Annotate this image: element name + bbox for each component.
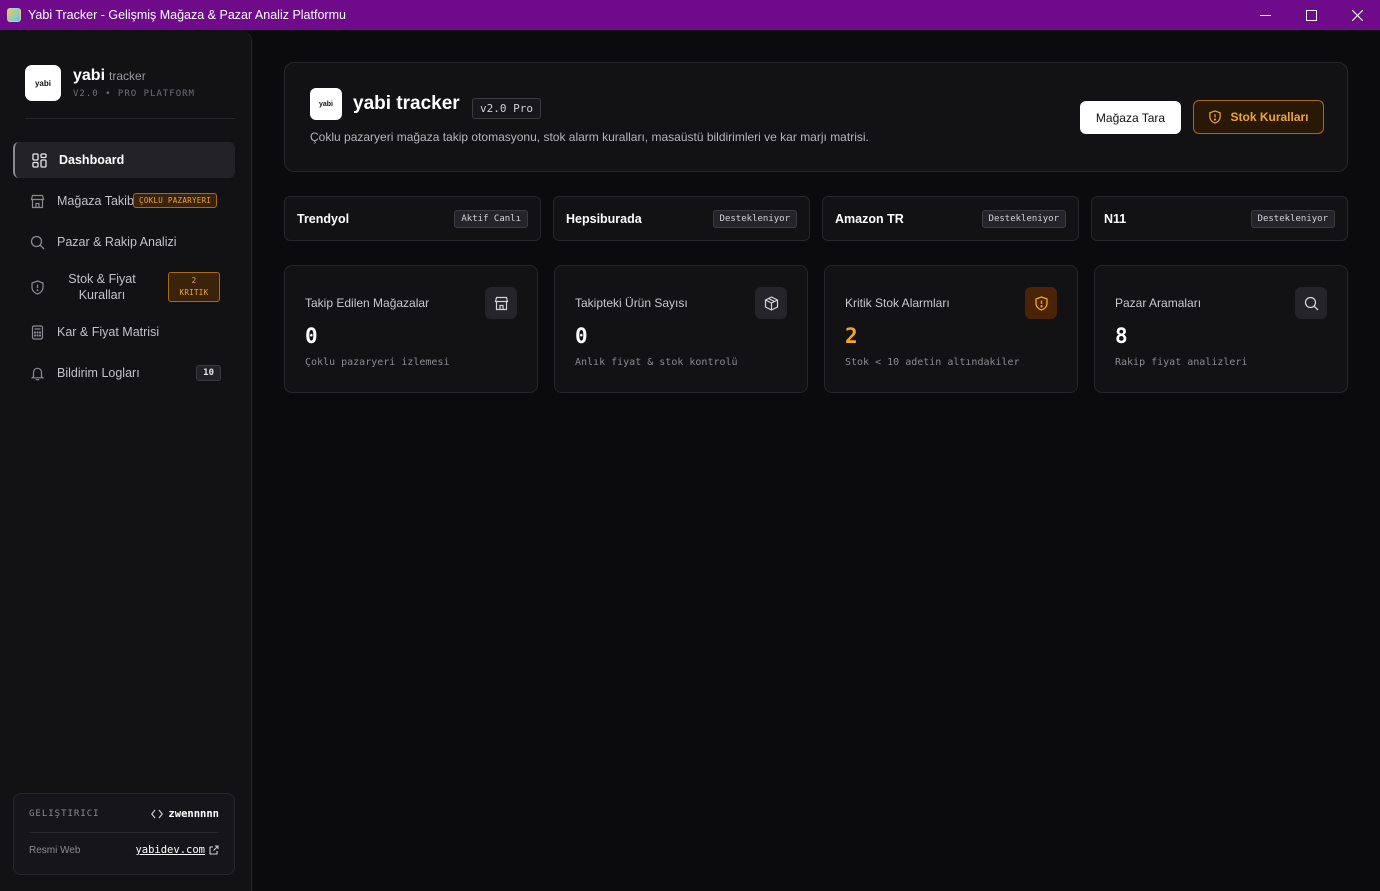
search-icon <box>1295 287 1327 319</box>
stat-value: 8 <box>1115 324 1128 348</box>
market-name: Amazon TR <box>835 211 904 226</box>
sidebar-item-market-analysis[interactable]: Pazar & Rakip Analizi <box>13 224 235 260</box>
stat-value: 0 <box>305 324 318 348</box>
sidebar-item-label: Kar & Fiyat Matrisi <box>57 325 160 339</box>
market-card-hepsiburada: Hepsiburada Destekleniyor <box>553 196 810 241</box>
minimize-button[interactable] <box>1242 0 1288 30</box>
hero-logo-text: yabi <box>318 100 333 108</box>
code-icon <box>151 809 164 819</box>
stat-description: Rakip fiyat analizleri <box>1115 357 1248 368</box>
minimize-icon <box>1259 14 1271 16</box>
notification-count-badge: 10 <box>196 365 221 381</box>
market-name: N11 <box>1104 211 1127 226</box>
stat-label: Takipteki Ürün Sayısı <box>575 296 688 310</box>
stock-rules-label: Stok Kuralları <box>1230 110 1309 124</box>
window-titlebar: Yabi Tracker - Gelişmiş Mağaza & Pazar A… <box>0 0 1380 30</box>
window-controls <box>1242 0 1380 30</box>
store-icon <box>29 193 45 209</box>
sidebar-item-store-tracking[interactable]: Mağaza Takibi ÇOKLU PAZARYERI <box>13 183 235 219</box>
stat-label: Pazar Aramaları <box>1115 296 1202 310</box>
sidebar-nav: Dashboard Mağaza Takibi ÇOKLU PAZARYERI … <box>13 142 235 396</box>
market-status-badge: Destekleniyor <box>712 209 797 228</box>
brand: yabi yabi tracker V2.0 • PRO PLATFORM <box>25 65 195 101</box>
stat-description: Stok < 10 adetin altındakiler <box>845 357 1020 368</box>
package-icon <box>755 287 787 319</box>
shield-alert-icon <box>1209 110 1222 124</box>
scan-store-button[interactable]: Mağaza Tara <box>1080 101 1181 134</box>
market-card-n11: N11 Destekleniyor <box>1091 196 1348 241</box>
maximize-icon <box>1305 9 1317 21</box>
brand-sub: tracker <box>109 69 146 83</box>
sidebar-item-profit-matrix[interactable]: Kar & Fiyat Matrisi <box>13 314 235 350</box>
sidebar-item-notification-logs[interactable]: Bildirim Logları 10 <box>13 355 235 391</box>
close-button[interactable] <box>1334 0 1380 30</box>
stat-card-market-searches: Pazar Aramaları 8 Rakip fiyat analizleri <box>1094 265 1348 393</box>
multi-marketplace-badge: ÇOKLU PAZARYERI <box>133 193 218 208</box>
developer-name: zwennnnn <box>168 808 219 820</box>
market-status-badge: Destekleniyor <box>981 209 1066 228</box>
stat-label: Kritik Stok Alarmları <box>845 296 950 310</box>
sidebar-item-stock-rules[interactable]: Stok & Fiyat Kuralları 2 KRITIK <box>13 265 235 309</box>
stat-value: 0 <box>575 324 588 348</box>
developer-name-group: zwennnnn <box>151 808 219 820</box>
developer-label: GELIŞTIRICI <box>29 809 100 819</box>
store-icon <box>485 287 517 319</box>
brand-version: V2.0 • PRO PLATFORM <box>73 89 195 99</box>
brand-logo-text: yabi <box>34 78 51 88</box>
sidebar-item-label: Dashboard <box>59 153 125 167</box>
window-title: Yabi Tracker - Gelişmiş Mağaza & Pazar A… <box>28 8 346 22</box>
shield-alert-icon <box>1025 287 1057 319</box>
sidebar-item-label: Stok & Fiyat Kuralları <box>68 272 136 302</box>
stat-description: Anlık fiyat & stok kontrolü <box>575 357 738 368</box>
stat-description: Çoklu pazaryeri izlemesi <box>305 357 450 368</box>
sidebar-item-label: Pazar & Rakip Analizi <box>57 235 177 249</box>
hero-logo: yabi <box>310 88 342 120</box>
version-badge: v2.0 Pro <box>472 98 541 119</box>
shield-alert-icon <box>29 279 45 295</box>
stat-card-critical-stock: Kritik Stok Alarmları 2 Stok < 10 adetin… <box>824 265 1078 393</box>
sidebar-item-label: Mağaza Takibi <box>57 194 137 208</box>
stat-card-tracked-stores: Takip Edilen Mağazalar 0 Çoklu pazaryeri… <box>284 265 538 393</box>
website-row: Resmi Web yabidev.com <box>29 844 219 856</box>
developer-row: GELIŞTIRICI zwennnnn <box>29 808 219 820</box>
market-card-trendyol: Trendyol Aktif Canlı <box>284 196 541 241</box>
market-status-badge: Aktif Canlı <box>454 209 528 228</box>
developer-card: GELIŞTIRICI zwennnnn Resmi Web yabidev.c… <box>13 793 235 875</box>
brand-name: yabi <box>73 67 106 84</box>
sidebar-item-label: Bildirim Logları <box>57 366 140 380</box>
critical-label: KRITIK <box>179 288 209 297</box>
sidebar: yabi yabi tracker V2.0 • PRO PLATFORM Das… <box>0 31 252 891</box>
critical-count: 2 <box>191 276 197 285</box>
page-title: yabi tracker <box>353 93 460 114</box>
website-link-text: yabidev.com <box>135 844 205 856</box>
market-card-amazon-tr: Amazon TR Destekleniyor <box>822 196 1079 241</box>
sidebar-divider <box>25 118 235 119</box>
hero-card: yabi yabi tracker v2.0 Pro Çoklu pazarye… <box>284 62 1348 172</box>
critical-badge: 2 KRITIK <box>168 272 220 302</box>
website-link[interactable]: yabidev.com <box>135 844 219 856</box>
stat-card-tracked-products: Takipteki Ürün Sayısı 0 Anlık fiyat & st… <box>554 265 808 393</box>
stock-rules-button[interactable]: Stok Kuralları <box>1193 100 1324 134</box>
page-description: Çoklu pazaryeri mağaza takip otomasyonu,… <box>310 130 869 144</box>
brand-text: yabi tracker V2.0 • PRO PLATFORM <box>73 67 195 99</box>
dashboard-grid-icon <box>31 152 47 168</box>
search-icon <box>29 234 45 250</box>
market-name: Hepsiburada <box>566 211 642 226</box>
stat-value: 2 <box>845 324 858 348</box>
external-link-icon <box>209 845 219 855</box>
developer-divider <box>29 832 219 833</box>
bell-icon <box>29 365 45 381</box>
website-label: Resmi Web <box>29 844 81 856</box>
market-status-badge: Destekleniyor <box>1250 209 1335 228</box>
app-icon <box>7 8 21 22</box>
sidebar-item-dashboard[interactable]: Dashboard <box>13 142 235 178</box>
brand-logo: yabi <box>25 65 61 101</box>
market-name: Trendyol <box>297 211 350 226</box>
maximize-button[interactable] <box>1288 0 1334 30</box>
stat-label: Takip Edilen Mağazalar <box>305 296 430 310</box>
close-icon <box>1351 9 1363 21</box>
calculator-icon <box>29 324 45 340</box>
